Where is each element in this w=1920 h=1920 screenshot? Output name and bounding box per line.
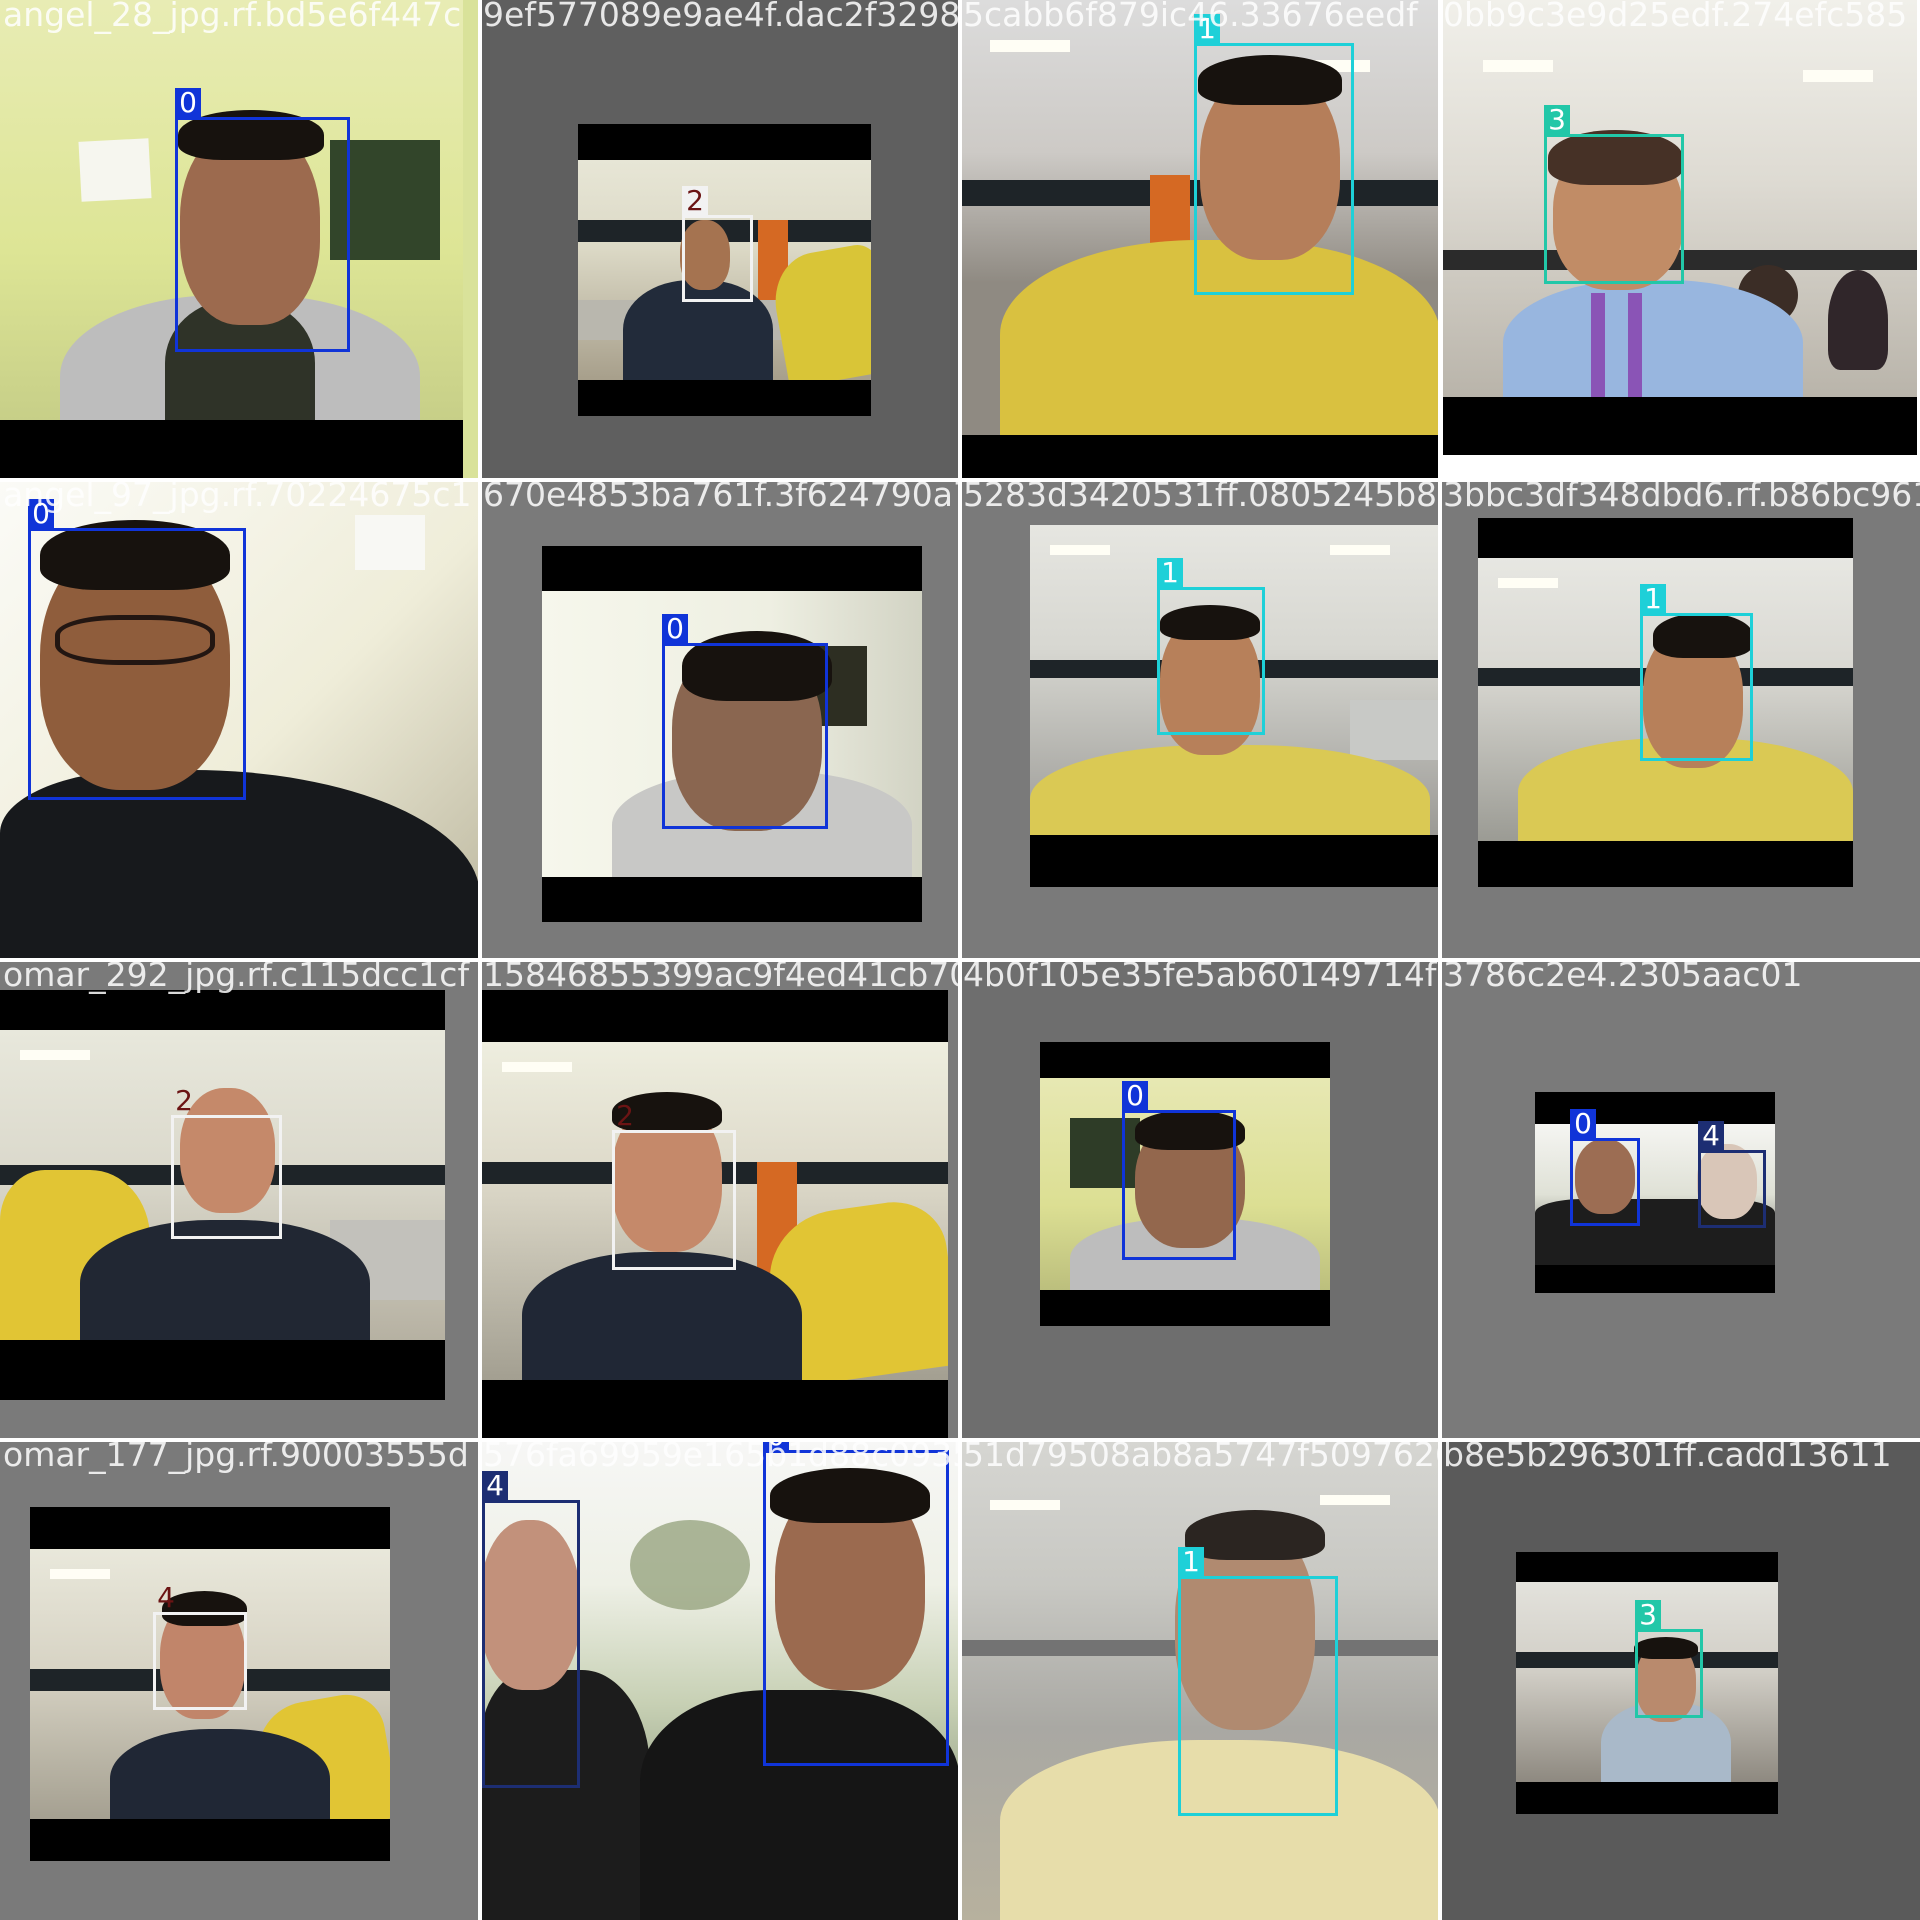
image-filename: 15846855399ac9f4ed41cb70c <box>483 960 960 994</box>
image-mosaic: 0 angel_28_jpg.rf.bd5e6f447c 2 9ef577089… <box>0 0 1920 1920</box>
mosaic-tile: 3 0bb9c3e9d25edf.274efc585 <box>1440 0 1920 480</box>
bounding-box: 1 <box>1194 14 1354 295</box>
mosaic-tile: 0 4 3786c2e4.2305aac01 <box>1440 960 1920 1440</box>
bbox-class-label: 3 <box>1635 1600 1661 1630</box>
bounding-box: 0 <box>175 88 350 352</box>
bbox-class-label: 1 <box>1157 558 1183 588</box>
bbox-class-label: 0 <box>175 88 201 118</box>
bounding-box: 4 <box>482 1471 580 1788</box>
bbox-class-label: 4 <box>157 1581 175 1614</box>
image-filename: omar_177_jpg.rf.90003555d <box>3 1440 469 1474</box>
mosaic-tile: 4 0 576fa69959e165b1d88c0935 <box>480 1440 960 1920</box>
bbox-class-label: 1 <box>1640 584 1666 614</box>
image-filename: 0bb9c3e9d25edf.274efc585 <box>1443 0 1908 34</box>
mosaic-tile: 0 angel_97_jpg.rf.70224675c1 <box>0 480 480 960</box>
image-filename: 9ef577089e9ae4f.dac2f3298 <box>483 0 960 34</box>
image-filename: 576fa69959e165b1d88c0935 <box>483 1440 960 1474</box>
bbox-class-label: 4 <box>482 1471 508 1501</box>
bounding-box: 1 <box>1157 558 1265 735</box>
bounding-box: 3 <box>1635 1600 1703 1718</box>
image-filename: angel_28_jpg.rf.bd5e6f447c <box>3 0 462 34</box>
bounding-box: 0 <box>763 1440 949 1766</box>
image-filename: 5283d3420531ff.0805245b8 <box>963 480 1438 514</box>
mosaic-tile: 1 5cabb6f879ic46.33676eedf <box>960 0 1440 480</box>
bounding-box: 0 <box>1570 1109 1640 1226</box>
mosaic-tile: 2 15846855399ac9f4ed41cb70c <box>480 960 960 1440</box>
bounding-box: 1 <box>1178 1547 1338 1816</box>
image-filename: angel_97_jpg.rf.70224675c1 <box>3 480 472 514</box>
bbox-class-label: 0 <box>1570 1109 1596 1139</box>
bbox-class-label: 1 <box>1178 1547 1204 1577</box>
image-filename: 3786c2e4.2305aac01 <box>1443 960 1803 994</box>
image-filename: 3bbc3df348dbd6.rf.b86bc9615 <box>1443 480 1920 514</box>
image-filename: 4b0f105e35fe5ab60149714fa <box>963 960 1440 994</box>
mosaic-tile: 0 angel_28_jpg.rf.bd5e6f447c <box>0 0 480 480</box>
image-filename: b8e5b296301ff.cadd13611 <box>1443 1440 1892 1474</box>
bbox-class-label: 3 <box>1544 105 1570 135</box>
mosaic-tile: 1 51d79508ab8a5747f5097626 <box>960 1440 1440 1920</box>
bounding-box: 3 <box>1544 105 1684 284</box>
mosaic-tile: 1 3bbc3df348dbd6.rf.b86bc9615 <box>1440 480 1920 960</box>
bounding-box: 1 <box>1640 584 1753 761</box>
bounding-box: 0 <box>28 499 246 800</box>
image-filename: 670e4853ba761f.3f624790a7 <box>483 480 960 514</box>
bounding-box: 4 <box>153 1583 247 1710</box>
image-filename: omar_292_jpg.rf.c115dcc1cf <box>3 960 470 994</box>
bbox-class-label: 2 <box>175 1084 193 1117</box>
mosaic-tile: 1 5283d3420531ff.0805245b8 <box>960 480 1440 960</box>
bbox-class-label: 2 <box>682 186 708 216</box>
mosaic-tile: 2 omar_292_jpg.rf.c115dcc1cf <box>0 960 480 1440</box>
mosaic-tile: 2 9ef577089e9ae4f.dac2f3298 <box>480 0 960 480</box>
image-filename: 5cabb6f879ic46.33676eedf <box>963 0 1418 34</box>
bounding-box: 0 <box>662 614 828 829</box>
image-filename: 51d79508ab8a5747f5097626 <box>963 1440 1440 1474</box>
mosaic-tile: 4 omar_177_jpg.rf.90003555d <box>0 1440 480 1920</box>
bounding-box: 4 <box>1698 1121 1766 1228</box>
mosaic-tile: 3 b8e5b296301ff.cadd13611 <box>1440 1440 1920 1920</box>
bbox-class-label: 0 <box>662 614 688 644</box>
bounding-box: 0 <box>1122 1081 1236 1260</box>
mosaic-tile: 0 4b0f105e35fe5ab60149714fa <box>960 960 1440 1440</box>
bbox-class-label: 2 <box>616 1099 634 1132</box>
bbox-class-label: 4 <box>1698 1121 1724 1151</box>
bounding-box: 2 <box>612 1101 736 1270</box>
bounding-box: 2 <box>171 1086 282 1239</box>
mosaic-tile: 0 670e4853ba761f.3f624790a7 <box>480 480 960 960</box>
bbox-class-label: 0 <box>1122 1081 1148 1111</box>
bounding-box: 2 <box>682 186 753 302</box>
